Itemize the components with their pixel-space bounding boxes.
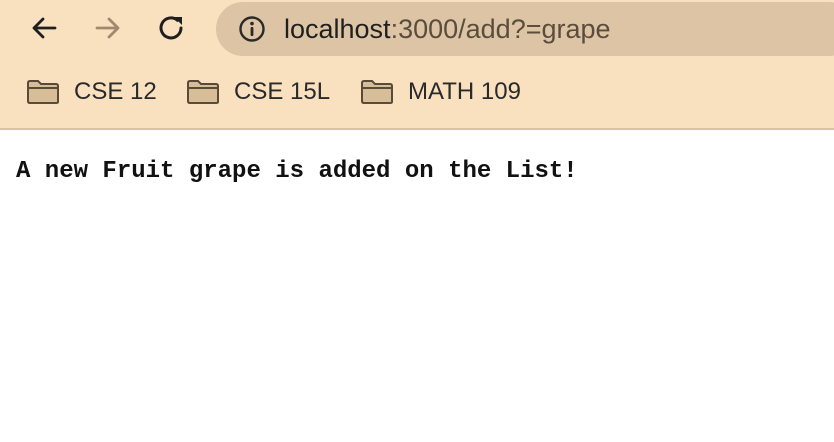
bookmark-label: CSE 12 — [74, 78, 157, 105]
folder-icon — [27, 80, 59, 104]
reload-icon — [159, 16, 183, 40]
address-bar[interactable]: localhost:3000/add?=grape — [216, 2, 834, 56]
reload-button[interactable] — [152, 8, 192, 48]
back-button[interactable] — [24, 8, 64, 48]
bookmark-math-109[interactable]: MATH 109 — [360, 74, 521, 110]
bookmark-label: MATH 109 — [408, 78, 521, 105]
forward-button[interactable] — [88, 8, 128, 48]
arrow-right-icon — [95, 17, 120, 39]
folder-icon — [187, 80, 219, 104]
folder-icon — [361, 80, 393, 104]
url-path: :3000/add?=grape — [390, 14, 611, 44]
bookmark-cse-12[interactable]: CSE 12 — [26, 74, 157, 110]
page-message: A new Fruit grape is added on the List! — [16, 158, 578, 185]
browser-toolbar: localhost:3000/add?=grape CSE 12 CSE 15L… — [0, 0, 834, 130]
arrow-left-icon — [32, 17, 57, 39]
bookmark-label: CSE 15L — [234, 78, 331, 105]
url-text[interactable]: localhost:3000/add?=grape — [284, 14, 611, 44]
url-host: localhost — [284, 14, 391, 44]
info-icon[interactable] — [238, 15, 266, 43]
bookmark-cse-15l[interactable]: CSE 15L — [186, 74, 330, 110]
